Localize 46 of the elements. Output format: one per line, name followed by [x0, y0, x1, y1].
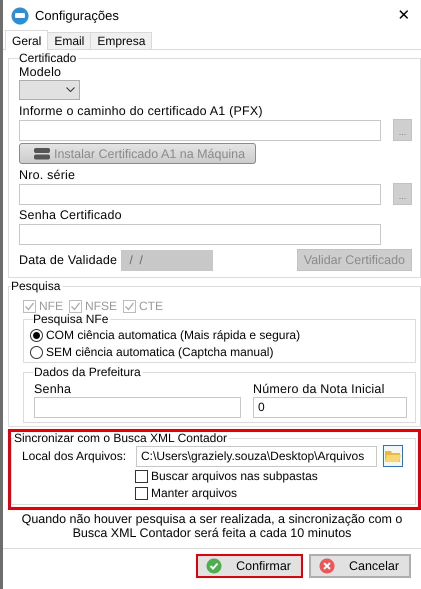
checkbox[interactable] — [135, 470, 148, 483]
checkbox-label: Manter arquivos — [151, 487, 238, 500]
group-title: Pesquisa — [11, 280, 62, 293]
info-text: Quando não houver pesquisa a ser realizada, a sincronização com o Busca XML Contador será feita a cada 10 minutos — [20, 511, 404, 540]
checkbox[interactable] — [135, 487, 148, 500]
tab[interactable]: Geral — [5, 30, 48, 50]
field-label: Senha — [34, 382, 72, 396]
text-field[interactable] — [19, 120, 381, 140]
tab[interactable]: Empresa — [90, 32, 152, 49]
password-field[interactable] — [34, 397, 241, 418]
group-title: Pesquisa NFe — [33, 313, 110, 326]
radio-label: COM ciência automatica (Mais rápida e segura) — [46, 329, 300, 342]
folder-icon — [385, 450, 401, 462]
field-label: Data de Validade — [19, 253, 118, 267]
group-title: Dados da Prefeitura — [34, 366, 143, 379]
field-label: Nro. série — [19, 168, 76, 182]
confirm-button[interactable]: Confirmar — [196, 554, 303, 578]
folder-button[interactable] — [383, 445, 403, 467]
number-field[interactable]: 0 — [253, 397, 407, 418]
radio-button[interactable] — [30, 346, 43, 359]
field-label: Número da Nota Inicial — [253, 382, 386, 396]
folder-path-field[interactable]: C:\Users\graziely.souza\Desktop\Arquivos — [136, 446, 377, 466]
app-logo-icon — [11, 6, 29, 24]
tab[interactable]: Email — [47, 32, 92, 49]
radio-button[interactable] — [30, 329, 43, 342]
field-label: Local dos Arquivos: — [22, 449, 128, 463]
window-title: Configurações — [35, 8, 119, 24]
chevron-icon — [66, 87, 75, 93]
text-field[interactable] — [19, 224, 381, 244]
model-dropdown[interactable] — [19, 80, 80, 100]
cancel-button[interactable]: Cancelar — [308, 554, 411, 578]
group-title: Certificado — [19, 52, 78, 65]
close-button[interactable]: ✕ — [387, 2, 421, 30]
checkbox-label: Buscar arquivos nas subpastas — [151, 470, 318, 483]
radio-label: SEM ciência automatica (Captcha manual) — [46, 346, 274, 359]
field-label: Senha Certificado — [19, 208, 123, 222]
drive-icon — [34, 148, 50, 160]
text-field[interactable] — [19, 184, 381, 204]
field-label: Informe o caminho do certificado A1 (PFX) — [19, 104, 264, 118]
checkbox-label: NFSE — [85, 300, 118, 313]
field-label: Modelo — [19, 65, 62, 79]
cancel-icon — [318, 558, 335, 574]
group-title: Sincronizar com o Busca XML Contador — [14, 432, 229, 445]
checkbox-label: CTE — [139, 300, 164, 313]
checkbox-label: NFE — [39, 300, 63, 313]
confirm-icon — [206, 558, 222, 574]
